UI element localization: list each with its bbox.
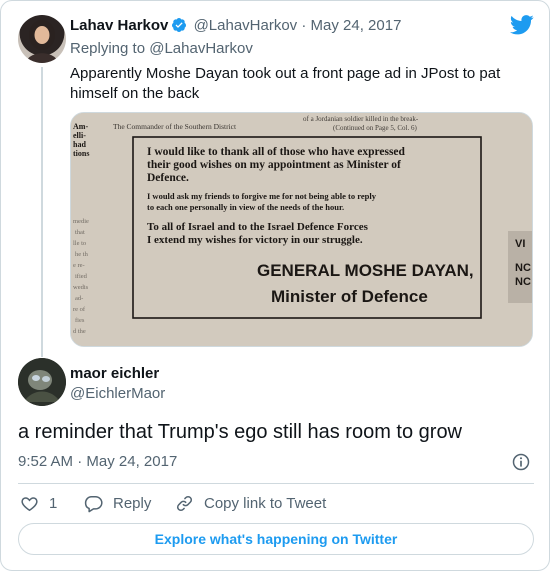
- svg-text:d the: d the: [73, 328, 86, 335]
- replying-to-link[interactable]: @LahavHarkov: [149, 40, 253, 57]
- separator-dot: ·: [301, 17, 307, 34]
- replying-prefix: Replying to: [70, 40, 146, 57]
- avatar-maor[interactable]: [18, 358, 66, 406]
- reply-bubble-icon: [84, 495, 103, 512]
- svg-text:fies: fies: [75, 317, 85, 324]
- embedded-tweet-card: Lahav Harkov @LahavHarkov · May 24, 2017…: [0, 0, 550, 571]
- parent-tweet-header: Lahav Harkov @LahavHarkov · May 24, 2017: [70, 17, 401, 35]
- tweet-date: May 24, 2017: [86, 453, 178, 470]
- heart-icon: [21, 496, 38, 511]
- svg-text:e re-: e re-: [73, 262, 85, 269]
- replying-to: Replying to @LahavHarkov: [70, 40, 253, 58]
- divider: [18, 483, 534, 484]
- info-icon[interactable]: [511, 452, 531, 472]
- svg-text:he th: he th: [75, 251, 89, 258]
- author-handle[interactable]: @LahavHarkov: [194, 17, 298, 34]
- tweet-timestamp[interactable]: 9:52 AM · May 24, 2017: [18, 453, 177, 471]
- reply-label: Reply: [113, 494, 152, 512]
- reply-author-name[interactable]: maor eichler: [70, 365, 159, 383]
- reply-button[interactable]: Reply: [84, 492, 151, 514]
- copy-link-button[interactable]: Copy link to Tweet: [175, 492, 326, 514]
- svg-text:re of: re of: [73, 306, 86, 313]
- parent-tweet-text: Apparently Moshe Dayan took out a front …: [70, 65, 501, 102]
- media-top-strip: The Commander of the Southern District: [113, 122, 237, 131]
- copy-link-label: Copy link to Tweet: [204, 494, 327, 512]
- media-ad-line3: Defence.: [147, 172, 189, 184]
- svg-text:medie: medie: [73, 218, 89, 225]
- media-ad-line7: I extend my wishes for victory in our st…: [147, 234, 363, 246]
- author-name[interactable]: Lahav Harkov: [70, 17, 168, 34]
- verified-badge-icon: [172, 18, 187, 32]
- media-signature1: GENERAL MOSHE DAYAN,: [257, 261, 474, 280]
- svg-text:lle to: lle to: [73, 240, 86, 247]
- tweet-date[interactable]: May 24, 2017: [311, 17, 402, 34]
- thread-connector-line: [41, 67, 43, 357]
- twitter-bird-icon[interactable]: [510, 15, 534, 35]
- media-ad-line5: to each one personally in view of the ne…: [147, 202, 344, 212]
- svg-text:wedis: wedis: [73, 284, 89, 291]
- media-ad-line6: To all of Israel and to the Israel Defen…: [147, 221, 369, 233]
- explore-twitter-button[interactable]: Explore what's happening on Twitter: [18, 523, 534, 555]
- tweet-photo[interactable]: Am-elli-had tions medie that lle to he th e …: [70, 112, 533, 347]
- media-ad-line2: their good wishes on my appointment as M…: [147, 159, 401, 171]
- separator-dot: ·: [77, 453, 83, 470]
- reply-tweet-text: a reminder that Trump's ego still has ro…: [18, 421, 463, 443]
- like-count: 1: [49, 494, 58, 512]
- link-icon: [176, 495, 193, 511]
- reply-author-handle[interactable]: @EichlerMaor: [70, 385, 165, 403]
- tweet-time: 9:52 AM: [18, 453, 74, 470]
- like-button[interactable]: 1: [20, 492, 57, 514]
- svg-text:ified: ified: [75, 273, 88, 280]
- media-ad-line4: I would ask my friends to forgive me for…: [147, 191, 377, 201]
- avatar-lahav[interactable]: [18, 15, 66, 63]
- svg-text:that: that: [75, 229, 85, 236]
- svg-text:ad-: ad-: [75, 295, 83, 302]
- media-ad-line1: I would like to thank all of those who h…: [147, 146, 406, 158]
- media-signature2: Minister of Defence: [271, 287, 428, 306]
